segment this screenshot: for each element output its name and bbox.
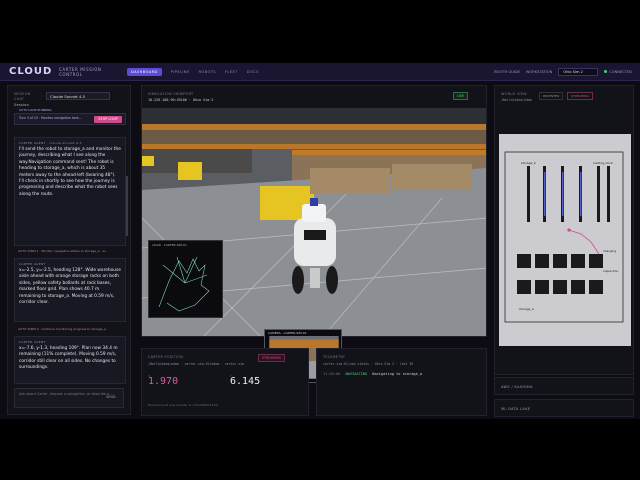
occupancy-map[interactable]: storage_b loading_dock charging inspecti… <box>499 134 631 346</box>
map-label-storage-a: storage_a <box>519 307 534 311</box>
chat-scrollbar[interactable] <box>126 176 128 236</box>
connection-status-label: CONNECTED <box>609 69 632 74</box>
carter-position-source: /World/odom/odom · carter-sim-01/odom · … <box>148 362 244 366</box>
booth-guide-link[interactable]: BOOTH GUIDE <box>494 70 520 74</box>
nav-right: BOOTH GUIDE WORKSTATION Ohio Sim 2 CONNE… <box>494 67 632 76</box>
connection-status: CONNECTED <box>604 69 632 74</box>
lidar-scan <box>158 256 210 312</box>
auto-loop-banner: AUTO LOOP RUNNING Turn 3 of 10 · Monitor… <box>14 108 126 125</box>
auto-loop-label: AUTO LOOP RUNNING <box>19 108 52 112</box>
send-button[interactable]: SEND <box>106 395 115 399</box>
position-y: 6.145 <box>230 376 261 387</box>
telemetry-level: NAVIGATING <box>345 372 368 376</box>
status-dot-icon <box>604 69 608 73</box>
live-badge: LIVE <box>453 92 468 100</box>
tool-call-row[interactable]: AUTO TURN 1 · Monitor navigation status … <box>14 248 126 255</box>
top-nav: CLOUD CARTER MISSION CONTROL DASHBOARD P… <box>0 63 640 81</box>
tab-pipeline[interactable]: PIPELINE <box>171 70 190 74</box>
position-x: 1.970 <box>148 376 179 387</box>
section-ml-data-lake[interactable]: ML DATA LAKE <box>494 399 634 417</box>
message-body: x=-2.5, y=-2.5, heading 128°. Wide wareh… <box>19 268 121 306</box>
world-view-source: /World/odom/odom <box>501 98 532 102</box>
app-title: CARTER MISSION CONTROL <box>59 66 102 77</box>
viewport-address: 10.226.180.90:49100 · Ohio Sim 2 <box>148 98 214 102</box>
world-view-header: WORLD VIEW <box>501 92 527 96</box>
logo: CLOUD <box>9 66 53 77</box>
tab-robots[interactable]: ROBOTS <box>199 70 216 74</box>
message-body: x=-7.6, y-1.3, heading 109°. Plan now 34… <box>19 346 118 371</box>
carter-position-panel: CARTER POSITION /World/odom/odom · carte… <box>141 348 309 416</box>
streaming-badge: STREAMING <box>567 92 593 100</box>
streaming-badge: STREAMING <box>258 354 285 362</box>
workstation-select[interactable]: Ohio Sim 2 <box>558 67 599 76</box>
chat-message: CARTER AGENT · claude-sonnet-4-5 I'll se… <box>14 137 126 246</box>
tab-fleet[interactable]: FLEET <box>225 70 238 74</box>
camera-title: CAMERA · CARTER-SIM-01 <box>268 331 307 335</box>
recenter-button[interactable]: RECENTER <box>539 92 564 100</box>
tool-call-row[interactable]: AUTO TURN 2 · Continue monitoring progre… <box>14 326 126 333</box>
world-view-panel: WORLD VIEW /World/odom/odom RECENTER STR… <box>494 85 634 375</box>
lidar-inset[interactable]: LIDAR · CARTER-SIM-01 <box>148 240 223 318</box>
telemetry-time: 11:34:00 <box>323 372 341 376</box>
workstation-label: WORKSTATION <box>525 69 553 74</box>
message-header: CARTER AGENT <box>19 340 46 344</box>
tab-dashboard[interactable]: DASHBOARD <box>127 67 162 76</box>
telemetry-row: 11:34:00 NAVIGATING Navigating to storag… <box>323 372 422 376</box>
telemetry-header: TELEMETRY <box>323 355 346 359</box>
telemetry-panel: TELEMETRY carter-sim-01/nav_status · Ohi… <box>316 348 487 416</box>
telemetry-message: Navigating to storage_a <box>372 372 423 376</box>
carter-position-header: CARTER POSITION <box>148 355 184 359</box>
app-frame: CLOUD CARTER MISSION CONTROL DASHBOARD P… <box>0 63 640 419</box>
message-body: I'll send the robot to storage_a and mon… <box>19 147 121 197</box>
map-label-storage-b: storage_b <box>521 161 536 165</box>
viewport-header: SIMULATION VIEWPORT <box>148 92 194 96</box>
message-header: CARTER AGENT <box>19 262 46 266</box>
auto-loop-text: Turn 3 of 10 · Monitor navigation task..… <box>19 116 82 120</box>
map-label-loading-dock: loading_dock <box>593 161 613 165</box>
chat-message: CARTER AGENT x=-7.6, y-1.3, heading 109°… <box>14 336 126 384</box>
telemetry-source: carter-sim-01/nav_status · Ohio Sim 2 · … <box>323 362 414 366</box>
map-label-charging: charging <box>603 249 616 253</box>
message-header: CARTER AGENT · claude-sonnet-4-5 <box>19 141 82 145</box>
chat-label: CHAT <box>14 97 25 101</box>
model-select[interactable]: Claude Sonnet 4.5 <box>46 92 110 100</box>
received-timestamp: Received just now (sender ts 17616881034… <box>148 403 219 407</box>
chat-message: CARTER AGENT x=-2.5, y=-2.5, heading 128… <box>14 258 126 322</box>
simulation-viewport: SIMULATION VIEWPORT 10.226.180.90:49100 … <box>141 85 487 337</box>
section-aws[interactable]: AWS / KASHIMA <box>494 377 634 395</box>
mission-chat-panel: MISSION CHAT Session Claude Sonnet 4.5 A… <box>7 85 131 415</box>
tab-docs[interactable]: DOCS <box>247 70 259 74</box>
mission-label: MISSION <box>14 92 31 96</box>
map-label-inspection: inspection <box>603 269 619 273</box>
session-label: Session <box>14 103 30 107</box>
stop-loop-button[interactable]: STOP LOOP <box>94 116 122 123</box>
